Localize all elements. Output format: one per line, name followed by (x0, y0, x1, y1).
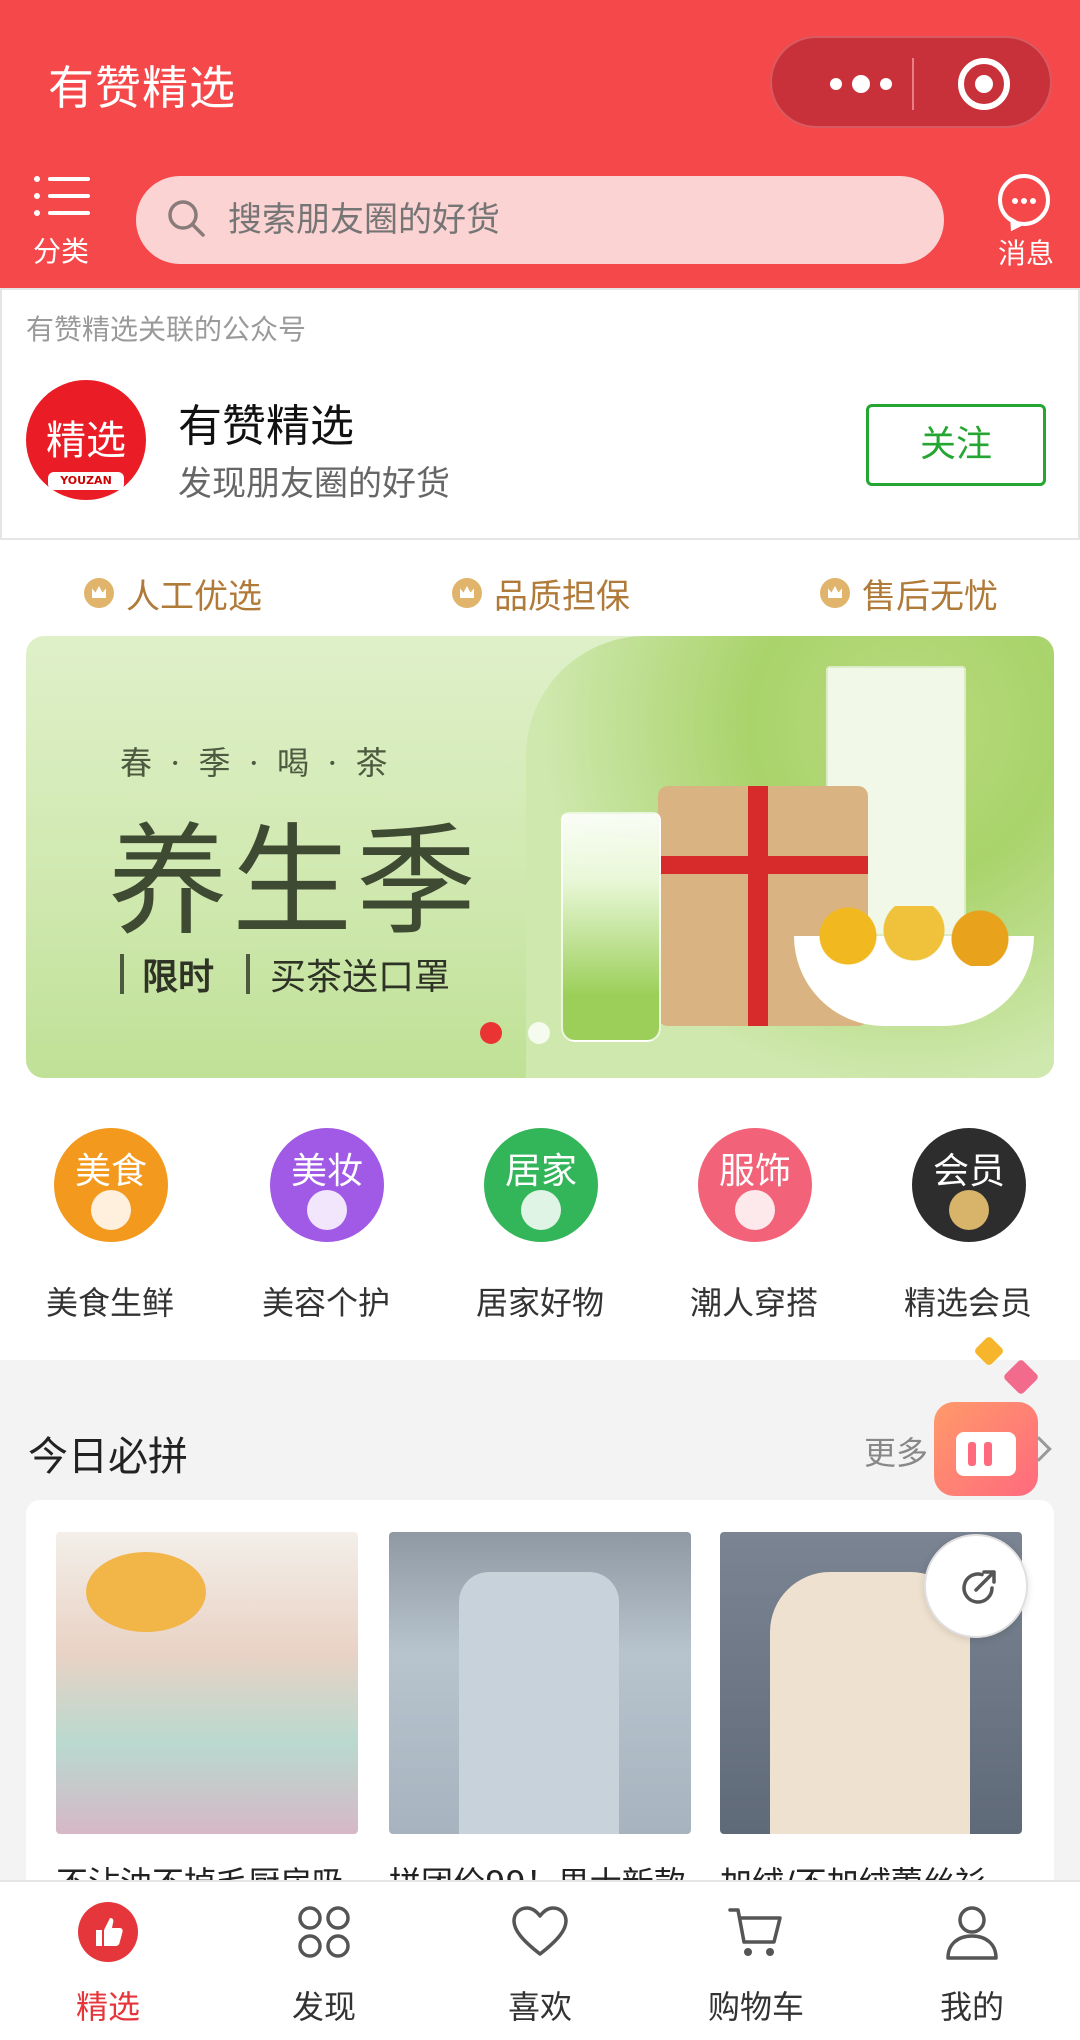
list-menu-icon (34, 174, 90, 218)
guarantee-label: 品质担保 (494, 576, 630, 617)
promo-banner[interactable]: 春 · 季 · 喝 · 茶 养生季 限时 买茶送口罩 (26, 636, 1054, 1078)
avatar-logo-sub: YOUZAN (48, 472, 124, 490)
bottom-tab-bar: 精选 发现 喜欢 购物车 我的 (0, 1880, 1080, 2040)
discover-grid-icon (298, 1906, 350, 1958)
more-link[interactable]: 更多 (864, 1428, 928, 1474)
beauty-icon-text: 美妆 (290, 1151, 363, 1192)
guarantee-item: 人工优选 (84, 566, 262, 620)
apple-icon (91, 1190, 131, 1230)
category-label: 美容个护 (261, 1284, 390, 1322)
crown-icon (820, 578, 850, 608)
category-label: 分类 (32, 235, 89, 268)
guarantee-item: 售后无忧 (820, 566, 998, 620)
search-input[interactable] (228, 176, 908, 264)
guarantee-strip: 人工优选 品质担保 售后无忧 (0, 566, 1080, 620)
account-avatar[interactable]: 精选 YOUZAN (26, 380, 146, 500)
category-shortcuts: 美食 美食生鲜 美妆 美容个护 居家 居家好物 服饰 潮人穿搭 会员 精选会员 (0, 1128, 1080, 1328)
tab-cart[interactable]: 购物车 (648, 1882, 864, 2040)
crown-icon (452, 578, 482, 608)
banner-kicker: 春 · 季 · 喝 · 茶 (120, 744, 392, 782)
category-food[interactable]: 美食 美食生鲜 (20, 1128, 200, 1328)
section-title: 今日必拼 (28, 1434, 188, 1480)
capsule-divider (912, 58, 914, 110)
food-category-icon: 美食 (54, 1128, 168, 1242)
tab-discover[interactable]: 发现 (216, 1882, 432, 2040)
heart-icon (973, 1335, 1005, 1367)
member-category-icon: 会员 (912, 1128, 1026, 1242)
tab-favorites[interactable]: 喜欢 (432, 1882, 648, 2040)
face-icon (307, 1190, 347, 1230)
fashion-icon-text: 服饰 (718, 1151, 791, 1192)
category-label: 居家好物 (475, 1284, 604, 1322)
crown-icon (84, 578, 114, 608)
category-label: 美食生鲜 (45, 1284, 174, 1322)
heart-icon (512, 1906, 568, 1956)
official-account-card: 有赞精选关联的公众号 精选 YOUZAN 有赞精选 发现朋友圈的好货 关注 (0, 288, 1080, 540)
tab-label: 我的 (939, 1988, 1004, 2026)
category-label: 精选会员 (903, 1284, 1032, 1322)
cart-icon (728, 1908, 782, 1956)
tv-icon (934, 1402, 1038, 1496)
guarantee-label: 人工优选 (126, 576, 262, 617)
miniprogram-capsule (770, 36, 1052, 128)
message-label: 消息 (997, 237, 1054, 270)
guarantee-label: 售后无忧 (862, 576, 998, 617)
app-title: 有赞精选 (48, 61, 236, 115)
category-beauty[interactable]: 美妆 美容个护 (236, 1128, 416, 1328)
home-icon-text: 居家 (504, 1151, 577, 1192)
tab-profile[interactable]: 我的 (864, 1882, 1080, 2040)
thumbs-up-icon (78, 1902, 138, 1962)
tab-label: 发现 (291, 1988, 356, 2026)
banner-title: 养生季 (108, 813, 480, 952)
tab-label: 喜欢 (507, 1988, 572, 2026)
profile-icon (946, 1906, 998, 1960)
category-label: 潮人穿搭 (689, 1284, 818, 1322)
shirt-image (459, 1572, 619, 1834)
category-fashion[interactable]: 服饰 潮人穿搭 (664, 1128, 844, 1328)
cooking-pot-icon (521, 1190, 561, 1230)
category-home[interactable]: 居家 居家好物 (450, 1128, 630, 1328)
share-icon (962, 1570, 996, 1604)
tab-label: 精选 (75, 1988, 140, 2026)
clothing-icon (735, 1190, 775, 1230)
dish-image (86, 1552, 206, 1632)
follow-button[interactable]: 关注 (866, 404, 1046, 486)
category-button[interactable]: 分类 (26, 174, 96, 270)
official-account-hint: 有赞精选关联的公众号 (26, 313, 307, 346)
food-icon-text: 美食 (74, 1151, 147, 1192)
category-member[interactable]: 会员 精选会员 (878, 1128, 1058, 1328)
banner-promo-text: 买茶送口罩 (270, 957, 451, 998)
product-image[interactable] (56, 1532, 358, 1834)
tab-featured[interactable]: 精选 (0, 1882, 216, 2040)
banner-divider (120, 954, 124, 994)
live-tv-widget[interactable] (934, 1335, 1046, 1500)
more-options-icon[interactable] (816, 64, 906, 104)
guarantee-item: 品质担保 (452, 566, 630, 620)
member-icon-text: 会员 (932, 1151, 1005, 1192)
fashion-category-icon: 服饰 (698, 1128, 812, 1242)
flower-tea-image (804, 906, 1024, 966)
banner-divider (246, 954, 250, 994)
search-bar[interactable] (136, 176, 944, 264)
beauty-category-icon: 美妆 (270, 1128, 384, 1242)
share-button[interactable] (924, 1534, 1028, 1638)
message-button[interactable]: 消息 (990, 174, 1062, 270)
account-description: 发现朋友圈的好货 (178, 464, 450, 504)
tab-label: 购物车 (707, 1988, 804, 2026)
product-image[interactable] (389, 1532, 691, 1834)
carousel-dot[interactable] (528, 1022, 550, 1044)
home-category-icon: 居家 (484, 1128, 598, 1242)
top-header: 有赞精选 分类 消息 (0, 0, 1080, 288)
account-name: 有赞精选 (178, 401, 354, 452)
message-bubble-icon (998, 174, 1050, 226)
close-miniprogram-icon[interactable] (958, 58, 1010, 110)
avatar-logo-text: 精选 (46, 418, 126, 464)
banner-limit-label: 限时 (142, 957, 215, 998)
tea-glass-image (561, 812, 661, 1042)
search-icon (168, 200, 205, 237)
carousel-dot-active[interactable] (480, 1022, 502, 1044)
crown-badge-icon (949, 1190, 989, 1230)
heart-icon (1002, 1358, 1040, 1396)
